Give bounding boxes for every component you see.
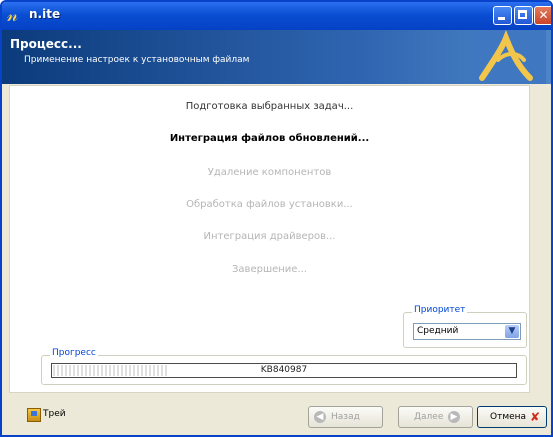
back-button-label: Назад (331, 412, 360, 422)
minimize-icon (498, 17, 505, 20)
task-integrate-updates: Интеграция файлов обновлений... (169, 133, 370, 144)
priority-group: Приоритет Средний ▼ (403, 305, 527, 348)
task-remove-components: Удаление компонентов (207, 167, 332, 178)
back-arrow-icon: ◀ (314, 411, 326, 423)
task-process-setup-files: Обработка файлов установки... (186, 199, 353, 210)
progress-text: KB840987 (260, 365, 308, 375)
maximize-icon (518, 10, 527, 19)
cancel-button[interactable]: Отмена ✘ (477, 406, 547, 428)
maximize-button[interactable] (514, 6, 533, 25)
window-title: n.ite (29, 7, 61, 21)
task-finish: Завершение... (232, 264, 307, 275)
next-button-label: Далее (414, 412, 444, 422)
page-title: Процесс... (10, 37, 82, 51)
priority-value: Средний (417, 326, 459, 336)
tray-icon (27, 408, 41, 422)
minimize-button[interactable] (493, 6, 512, 25)
progress-panel: Подготовка выбранных задач... Интеграция… (9, 85, 530, 393)
cancel-x-icon: ✘ (529, 410, 540, 424)
back-button[interactable]: ◀ Назад (308, 406, 383, 428)
tray-label: Трей (43, 409, 66, 419)
next-arrow-icon: ▶ (448, 411, 460, 423)
close-icon: ✕ (538, 8, 549, 22)
cancel-button-label: Отмена (490, 412, 527, 422)
nlite-logo (472, 30, 546, 84)
page-subtitle: Применение настроек к установочным файла… (24, 55, 250, 65)
progress-group: Прогресс KB840987 (41, 348, 527, 385)
close-button[interactable]: ✕ (534, 6, 551, 25)
n-logo-icon: 𝓃 (7, 5, 19, 26)
title-bar[interactable]: 𝓃 n.ite ✕ (2, 2, 551, 30)
chevron-down-icon[interactable]: ▼ (505, 325, 519, 338)
progress-label: Прогресс (50, 348, 98, 358)
priority-select[interactable]: Средний ▼ (413, 323, 521, 340)
next-button[interactable]: Далее ▶ (398, 406, 473, 428)
header-banner: Процесс... Применение настроек к установ… (2, 30, 551, 84)
priority-label: Приоритет (412, 305, 468, 315)
progress-bar: KB840987 (51, 363, 517, 378)
task-prepare: Подготовка выбранных задач... (185, 101, 354, 112)
nlite-window: 𝓃 n.ite ✕ Процесс... Применение настроек… (0, 0, 553, 437)
task-integrate-drivers: Интеграция драйверов... (203, 231, 336, 242)
